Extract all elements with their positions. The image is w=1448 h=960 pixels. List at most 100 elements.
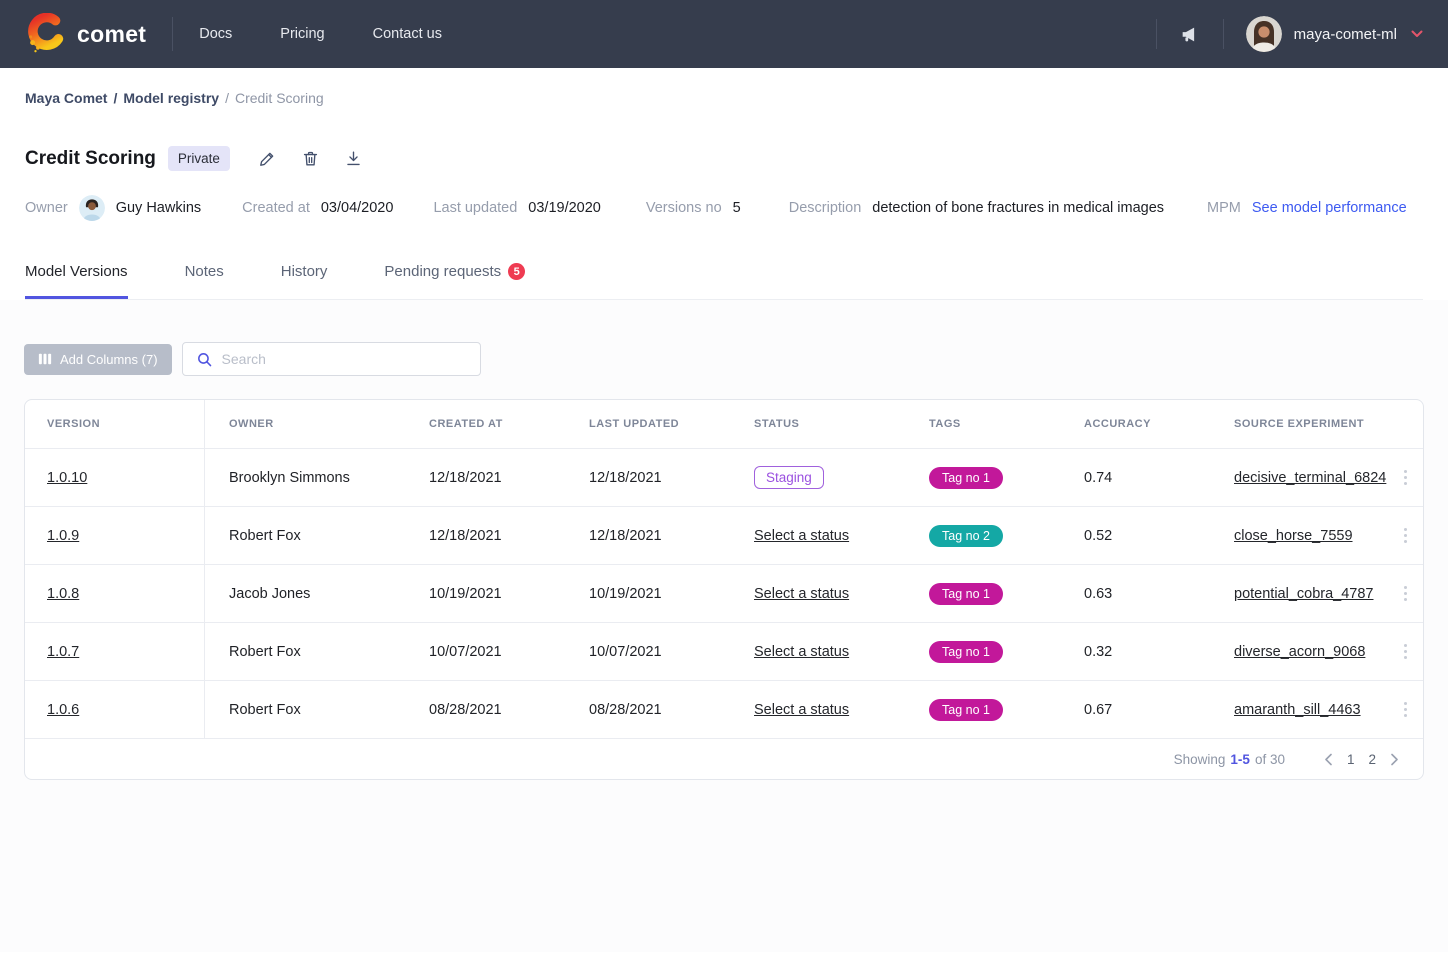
nav-link-pricing[interactable]: Pricing xyxy=(280,26,324,42)
navbar-divider xyxy=(172,17,173,51)
last-updated-group: Last updated 03/19/2020 xyxy=(433,200,600,216)
last-updated-value: 03/19/2020 xyxy=(528,200,601,216)
source-experiment-link[interactable]: decisive_terminal_6824 xyxy=(1234,470,1386,486)
breadcrumb-model-registry[interactable]: Model registry xyxy=(123,90,219,106)
row-menu-button[interactable] xyxy=(1404,644,1407,659)
user-name: maya-comet-ml xyxy=(1294,26,1397,43)
owner-cell: Robert Fox xyxy=(205,644,405,660)
model-versions-table: VERSION OWNER CREATED AT LAST UPDATED ST… xyxy=(24,399,1424,780)
tag-pill: Tag no 1 xyxy=(929,583,1003,605)
table-row: 1.0.7 Robert Fox 10/07/2021 10/07/2021 S… xyxy=(25,622,1423,680)
owner-cell: Jacob Jones xyxy=(205,586,405,602)
select-status-link[interactable]: Select a status xyxy=(754,528,849,544)
add-columns-button[interactable]: Add Columns (7) xyxy=(24,344,172,375)
tag-pill: Tag no 1 xyxy=(929,641,1003,663)
table-row: 1.0.9 Robert Fox 12/18/2021 12/18/2021 S… xyxy=(25,506,1423,564)
tag-pill: Tag no 1 xyxy=(929,467,1003,489)
source-experiment-link[interactable]: potential_cobra_4787 xyxy=(1234,586,1373,602)
visibility-badge: Private xyxy=(168,146,230,171)
edit-button[interactable] xyxy=(258,149,277,168)
see-model-performance-link[interactable]: See model performance xyxy=(1252,200,1407,216)
next-page-button[interactable] xyxy=(1390,753,1399,766)
table-toolbar: Add Columns (7) xyxy=(24,342,1424,376)
created-at-value: 03/04/2020 xyxy=(321,200,394,216)
announcements-button[interactable] xyxy=(1179,23,1201,45)
title-row: Credit Scoring Private xyxy=(25,146,1423,171)
last-updated-cell: 10/19/2021 xyxy=(565,586,730,602)
comet-logo-text: comet xyxy=(77,21,146,48)
user-menu[interactable]: maya-comet-ml xyxy=(1246,16,1423,52)
version-link[interactable]: 1.0.10 xyxy=(47,470,87,486)
content-area: Add Columns (7) VERSION OWNER CREATED AT… xyxy=(0,300,1448,952)
search-icon xyxy=(196,351,213,368)
breadcrumb-separator: / xyxy=(225,90,229,106)
table-row: 1.0.6 Robert Fox 08/28/2021 08/28/2021 S… xyxy=(25,680,1423,738)
navbar-right: maya-comet-ml xyxy=(1134,16,1423,52)
row-menu-button[interactable] xyxy=(1404,586,1407,601)
tab-notes-label: Notes xyxy=(185,263,224,280)
columns-icon xyxy=(38,352,52,366)
add-columns-label: Add Columns (7) xyxy=(60,352,158,367)
column-header-created-at[interactable]: CREATED AT xyxy=(405,418,565,430)
created-at-label: Created at xyxy=(242,200,310,216)
row-menu-button[interactable] xyxy=(1404,702,1407,717)
chevron-left-icon xyxy=(1324,753,1333,766)
tab-history[interactable]: History xyxy=(281,263,328,299)
select-status-link[interactable]: Select a status xyxy=(754,586,849,602)
tab-model-versions[interactable]: Model Versions xyxy=(25,263,128,299)
nav-link-contact-us[interactable]: Contact us xyxy=(373,26,442,42)
table-header-row: VERSION OWNER CREATED AT LAST UPDATED ST… xyxy=(25,400,1423,448)
nav-link-docs[interactable]: Docs xyxy=(199,26,232,42)
version-link[interactable]: 1.0.7 xyxy=(47,644,79,660)
delete-button[interactable] xyxy=(301,149,320,168)
owner-label: Owner xyxy=(25,200,68,216)
tab-notes[interactable]: Notes xyxy=(185,263,224,299)
created-at-cell: 10/19/2021 xyxy=(405,586,565,602)
source-experiment-link[interactable]: diverse_acorn_9068 xyxy=(1234,644,1365,660)
tab-pending-requests-label: Pending requests xyxy=(384,263,501,280)
column-header-last-updated[interactable]: LAST UPDATED xyxy=(565,418,730,430)
tag-pill: Tag no 1 xyxy=(929,699,1003,721)
column-header-status[interactable]: STATUS xyxy=(730,418,905,430)
column-header-tags[interactable]: TAGS xyxy=(905,418,1060,430)
description-group: Description detection of bone fractures … xyxy=(789,200,1164,216)
previous-page-button[interactable] xyxy=(1324,753,1333,766)
source-experiment-link[interactable]: amaranth_sill_4463 xyxy=(1234,702,1361,718)
breadcrumb-separator: / xyxy=(113,90,117,106)
last-updated-cell: 10/07/2021 xyxy=(565,644,730,660)
table-footer: Showing 1-5 of 30 1 2 xyxy=(25,738,1423,779)
status-badge[interactable]: Staging xyxy=(754,466,824,489)
search-box xyxy=(182,342,481,376)
row-menu-button[interactable] xyxy=(1404,470,1407,485)
select-status-link[interactable]: Select a status xyxy=(754,702,849,718)
title-actions xyxy=(258,149,363,168)
version-link[interactable]: 1.0.9 xyxy=(47,528,79,544)
comet-logo[interactable]: comet xyxy=(25,13,146,55)
navbar-divider xyxy=(1156,19,1157,49)
page-button-1[interactable]: 1 xyxy=(1347,752,1355,767)
showing-total: of 30 xyxy=(1255,752,1285,767)
breadcrumb-workspace[interactable]: Maya Comet xyxy=(25,90,107,106)
table-row: 1.0.8 Jacob Jones 10/19/2021 10/19/2021 … xyxy=(25,564,1423,622)
download-button[interactable] xyxy=(344,149,363,168)
source-experiment-link[interactable]: close_horse_7559 xyxy=(1234,528,1353,544)
version-link[interactable]: 1.0.8 xyxy=(47,586,79,602)
model-meta-row: Owner Guy Hawkins Created at 03/04/2020 … xyxy=(25,195,1423,221)
column-header-accuracy[interactable]: ACCURACY xyxy=(1060,418,1210,430)
select-status-link[interactable]: Select a status xyxy=(754,644,849,660)
versions-label: Versions no xyxy=(646,200,722,216)
mpm-group: MPM See model performance xyxy=(1207,200,1407,216)
page-button-2[interactable]: 2 xyxy=(1368,752,1376,767)
owner-avatar xyxy=(79,195,105,221)
column-header-owner[interactable]: OWNER xyxy=(205,418,405,430)
column-header-source-experiment[interactable]: SOURCE EXPERIMENT xyxy=(1210,418,1385,430)
owner-cell: Robert Fox xyxy=(205,702,405,718)
version-link[interactable]: 1.0.6 xyxy=(47,702,79,718)
row-menu-button[interactable] xyxy=(1404,528,1407,543)
search-input[interactable] xyxy=(213,343,480,375)
tag-pill: Tag no 2 xyxy=(929,525,1003,547)
column-header-version[interactable]: VERSION xyxy=(25,400,205,448)
tab-model-versions-label: Model Versions xyxy=(25,263,128,280)
tab-pending-requests[interactable]: Pending requests 5 xyxy=(384,263,525,299)
mpm-label: MPM xyxy=(1207,200,1241,216)
